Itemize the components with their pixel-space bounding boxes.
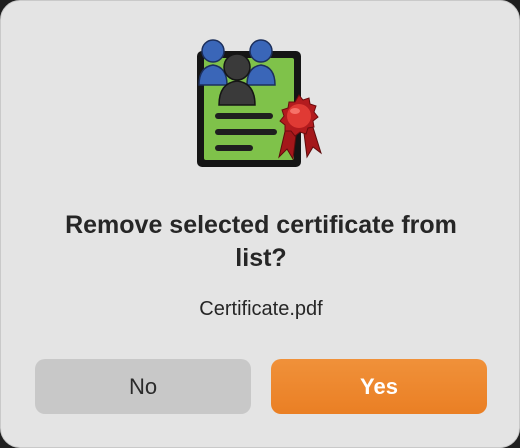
certificate-award-icon bbox=[197, 39, 322, 167]
dialog-title: Remove selected certificate from list? bbox=[65, 211, 457, 272]
remove-certificate-dialog: Remove selected certificate from list? C… bbox=[0, 0, 520, 448]
yes-button-label: Yes bbox=[360, 373, 398, 399]
no-button[interactable]: No bbox=[35, 359, 251, 414]
certificate-filename: Certificate.pdf bbox=[199, 298, 323, 320]
no-button-label: No bbox=[128, 373, 158, 399]
yes-button[interactable]: Yes bbox=[271, 359, 487, 414]
